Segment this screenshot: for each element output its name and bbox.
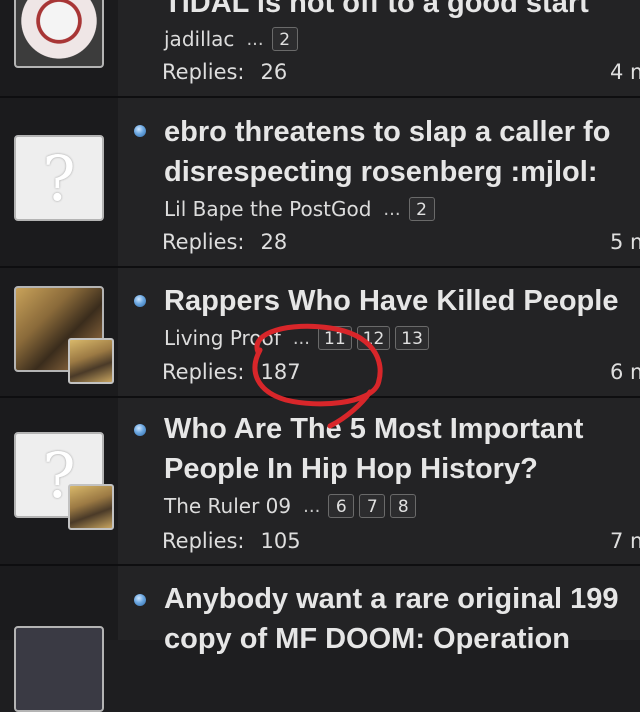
avatar-column [0, 566, 118, 712]
avatar[interactable]: ? [14, 135, 104, 221]
thread-author[interactable]: Lil Bape the PostGod [164, 197, 371, 221]
page-ellipsis: ... [383, 198, 401, 220]
thread-row[interactable]: Rappers Who Have Killed People Living Pr… [0, 266, 640, 396]
thread-row[interactable]: ? Who Are The 5 Most Important People In… [0, 396, 640, 564]
last-post-time[interactable]: 5 m [610, 230, 640, 254]
thread-meta: Lil Bape the PostGod ... 2 [164, 196, 440, 222]
avatar-column [0, 0, 118, 96]
thread-title[interactable]: TIDAL is not off to a good start [164, 0, 640, 22]
unread-bullet-icon [134, 424, 146, 436]
thread-row[interactable]: Anybody want a rare original 199 copy of… [0, 564, 640, 712]
last-post-time[interactable]: 7 m [610, 529, 640, 553]
page-ellipsis: ... [303, 495, 321, 517]
avatar-column: ? [0, 398, 118, 564]
avatar[interactable] [14, 626, 104, 712]
thread-title-line-1[interactable]: Who Are The 5 Most Important [164, 410, 640, 448]
replies-label: Replies: [162, 360, 245, 384]
thread-meta: The Ruler 09 ... 6 7 8 [164, 493, 421, 519]
last-post-time[interactable]: 4 m [610, 60, 640, 84]
page-link[interactable]: 12 [356, 326, 391, 350]
thread-row[interactable]: TIDAL is not off to a good start jadilla… [0, 0, 640, 96]
page-link[interactable]: 7 [359, 494, 386, 518]
thread-author[interactable]: jadillac [164, 27, 234, 51]
replies-label: Replies: [162, 230, 245, 254]
thread-title-line-1[interactable]: Anybody want a rare original 199 [164, 580, 640, 618]
page-ellipsis: ... [292, 327, 310, 349]
thread-title-line-2[interactable]: disrespecting rosenberg :mjlol: [164, 153, 640, 191]
thread-title-line-1[interactable]: ebro threatens to slap a caller fo [164, 113, 640, 151]
replies-label: Replies: [162, 529, 245, 553]
page-link[interactable]: 11 [318, 326, 352, 350]
replies-stat: Replies: 26 [162, 60, 287, 84]
unread-bullet-icon [134, 125, 146, 137]
unread-bullet-icon [134, 594, 146, 606]
avatar-column [0, 268, 118, 396]
page-ellipsis: ... [246, 28, 264, 50]
thread-title-line-2[interactable]: People In Hip Hop History? [164, 450, 640, 488]
last-post-time[interactable]: 6 m [610, 360, 640, 384]
page-link[interactable]: 2 [271, 27, 298, 51]
page-link[interactable]: 8 [390, 494, 417, 518]
avatar[interactable] [14, 0, 104, 68]
replies-count: 187 [260, 360, 301, 384]
replies-count: 105 [260, 529, 301, 553]
page-link[interactable]: 13 [395, 326, 429, 350]
thread-row[interactable]: ? ebro threatens to slap a caller fo dis… [0, 96, 640, 266]
page-link[interactable]: 6 [328, 494, 355, 518]
thread-title[interactable]: Rappers Who Have Killed People [164, 282, 640, 320]
replies-stat: Replies: 105 [162, 529, 301, 553]
thread-title-line-2[interactable]: copy of MF DOOM: Operation [164, 620, 640, 658]
avatar-column: ? [0, 98, 118, 266]
last-poster-avatar[interactable] [68, 338, 114, 384]
replies-count: 28 [260, 230, 288, 254]
last-poster-avatar[interactable] [68, 484, 114, 530]
default-avatar-icon: ? [42, 141, 76, 215]
thread-author[interactable]: Living Proof [164, 326, 281, 350]
thread-author[interactable]: The Ruler 09 [164, 494, 291, 518]
thread-meta: Living Proof ... 11 12 13 [164, 325, 434, 351]
thread-meta: jadillac ... 2 [164, 26, 303, 52]
unread-bullet-icon [134, 295, 146, 307]
page-link[interactable]: 2 [408, 197, 435, 221]
replies-count: 26 [260, 60, 288, 84]
replies-stat: Replies: 28 [162, 230, 287, 254]
replies-stat: Replies: 187 [162, 360, 301, 384]
replies-label: Replies: [162, 60, 245, 84]
